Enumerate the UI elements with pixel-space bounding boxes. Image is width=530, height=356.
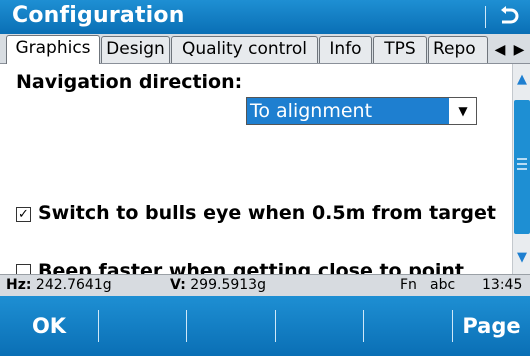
hz-value: 242.7641g [35, 277, 112, 293]
tab-design[interactable]: Design [101, 36, 170, 63]
tab-repo[interactable]: Repo [428, 36, 488, 63]
tab-scroll-right-icon[interactable]: ▶ [510, 38, 528, 62]
page-button[interactable]: Page [453, 296, 530, 356]
v-value: 299.5913g [190, 277, 266, 293]
tab-tps[interactable]: TPS [373, 36, 427, 63]
softkey-f3[interactable] [187, 296, 275, 356]
fn-indicator: Fn [400, 277, 417, 293]
back-arrow-icon [501, 6, 519, 24]
softkey-f2[interactable] [99, 296, 186, 356]
navigation-direction-value: To alignment [247, 98, 449, 124]
hz-label: Hz: [6, 277, 32, 293]
title-separator [485, 6, 486, 28]
v-readout: V: 299.5913g [170, 275, 266, 295]
chevron-down-icon[interactable]: ▼ [450, 98, 476, 124]
scroll-down-icon[interactable]: ▼ [513, 242, 530, 274]
softkey-bar: OK Page [0, 296, 530, 356]
navigation-direction-select[interactable]: To alignment ▼ [246, 97, 477, 125]
back-button[interactable] [491, 2, 527, 32]
grip-icon [517, 158, 527, 170]
bulls-eye-label: Switch to bulls eye when 0.5m from targe… [38, 202, 496, 224]
vertical-scrollbar[interactable]: ▲ ▼ [512, 64, 530, 274]
title-bar: Configuration [0, 0, 530, 34]
v-label: V: [170, 277, 186, 293]
tab-quality-control[interactable]: Quality control [171, 36, 318, 63]
graphics-panel: Navigation direction: To alignment ▼ ✓ S… [0, 64, 510, 282]
tab-graphics[interactable]: Graphics [6, 35, 100, 64]
scroll-thumb[interactable] [514, 100, 530, 234]
window-title: Configuration [12, 3, 185, 28]
status-bar: Hz: 242.7641g V: 299.5913g Fn abc 13:45 [0, 274, 530, 296]
hz-readout: Hz: 242.7641g [6, 275, 112, 295]
input-mode-indicator: abc [430, 277, 456, 293]
bulls-eye-checkbox[interactable]: ✓ [16, 207, 31, 222]
softkey-f5[interactable] [364, 296, 452, 356]
bulls-eye-option[interactable]: ✓ Switch to bulls eye when 0.5m from tar… [16, 200, 506, 252]
tab-strip: Graphics Design Quality control Info TPS… [0, 34, 530, 64]
navigation-direction-label: Navigation direction: [16, 71, 243, 93]
scroll-up-icon[interactable]: ▲ [513, 64, 530, 96]
softkey-f4[interactable] [276, 296, 363, 356]
clock: 13:45 [482, 277, 523, 293]
tab-scroll-left-icon[interactable]: ◀ [491, 38, 509, 62]
ok-button[interactable]: OK [0, 296, 98, 356]
tab-info[interactable]: Info [319, 36, 372, 63]
